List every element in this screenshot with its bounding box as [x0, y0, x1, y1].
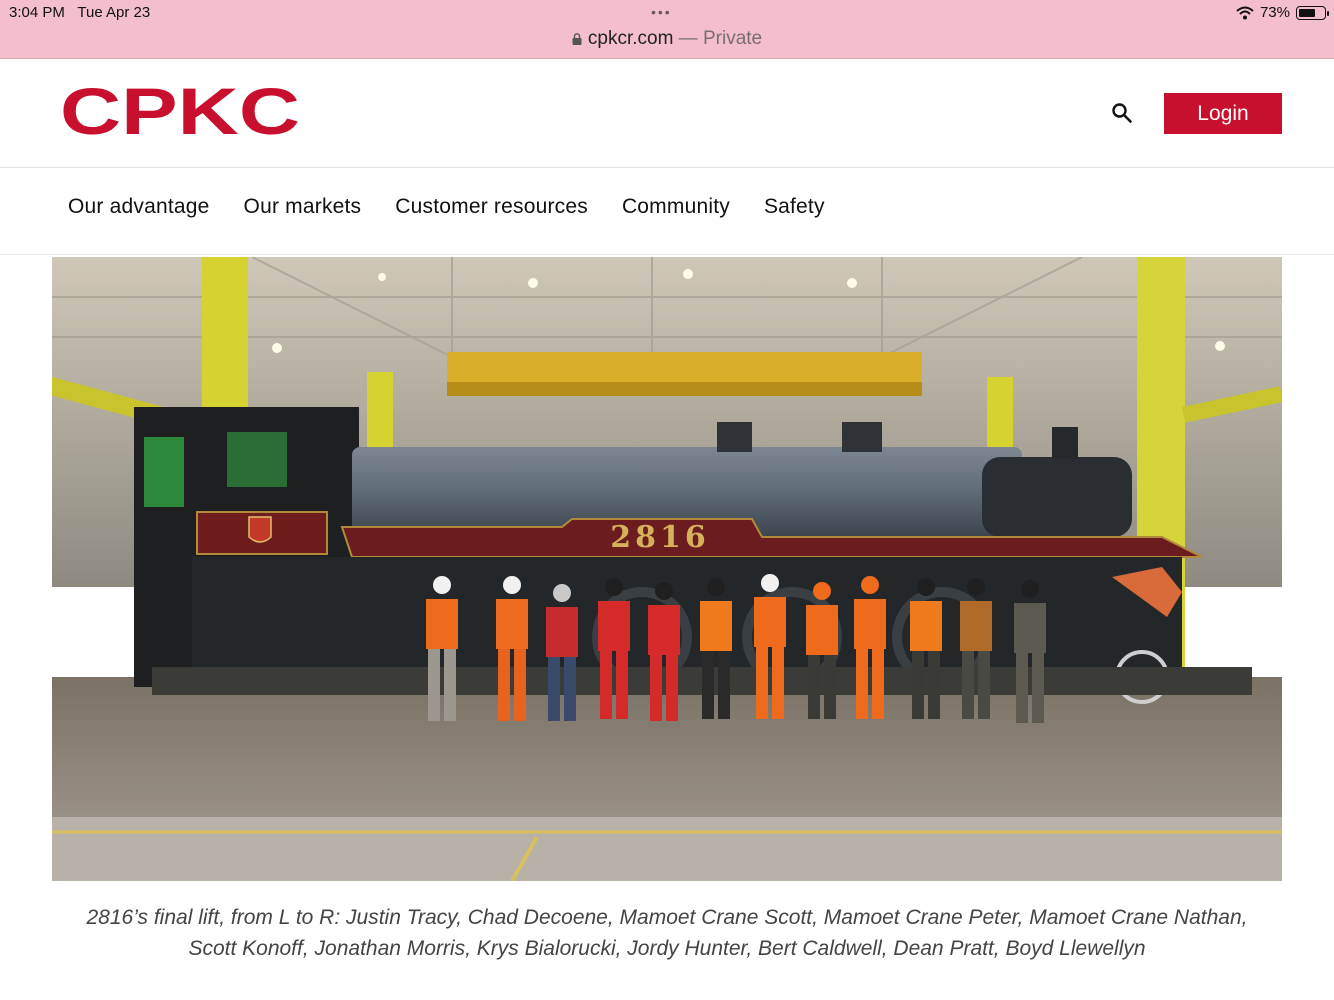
url-separator: —	[673, 28, 703, 49]
caption-line-2: Scott Konoff, Jonathan Morris, Krys Bial…	[188, 937, 1146, 960]
address-bar[interactable]: cpkcr.com — Private	[0, 28, 1334, 50]
lock-icon	[572, 33, 582, 45]
main-nav: Our advantage Our markets Customer resou…	[0, 169, 1334, 255]
login-button[interactable]: Login	[1164, 93, 1282, 134]
svg-text:CPKC: CPKC	[60, 84, 300, 138]
locomotive-photo-illustration: 2816	[52, 257, 1282, 881]
url-domain: cpkcr.com	[587, 28, 674, 49]
nav-list: Our advantage Our markets Customer resou…	[68, 195, 825, 219]
private-mode-label: Private	[702, 28, 763, 49]
svg-text:2816: 2816	[610, 520, 710, 555]
battery-icon	[1296, 5, 1329, 20]
photo-caption: 2816’s final lift, from L to R: Justin T…	[40, 902, 1294, 964]
search-icon[interactable]	[1111, 102, 1133, 124]
hero-photo: 2816	[52, 257, 1282, 881]
nav-item-safety[interactable]: Safety	[764, 195, 825, 219]
site-header: CPKC Login	[0, 60, 1334, 168]
nav-item-our-markets[interactable]: Our markets	[244, 195, 362, 219]
tab-overflow-dots[interactable]: •••	[651, 4, 672, 20]
battery-percent: 73%	[1259, 4, 1290, 21]
status-indicators: 73%	[1236, 4, 1329, 21]
browser-status-bar: 3:04 PM Tue Apr 23 ••• 73% cpkcr.com — P…	[0, 0, 1334, 59]
status-time: 3:04 PM Tue Apr 23	[9, 4, 151, 21]
nav-item-our-advantage[interactable]: Our advantage	[68, 195, 210, 219]
caption-line-1: 2816’s final lift, from L to R: Justin T…	[86, 906, 1248, 929]
nav-item-customer-resources[interactable]: Customer resources	[395, 195, 588, 219]
nav-item-community[interactable]: Community	[622, 195, 730, 219]
wifi-icon	[1236, 6, 1254, 19]
cpkc-logo[interactable]: CPKC	[60, 84, 300, 138]
